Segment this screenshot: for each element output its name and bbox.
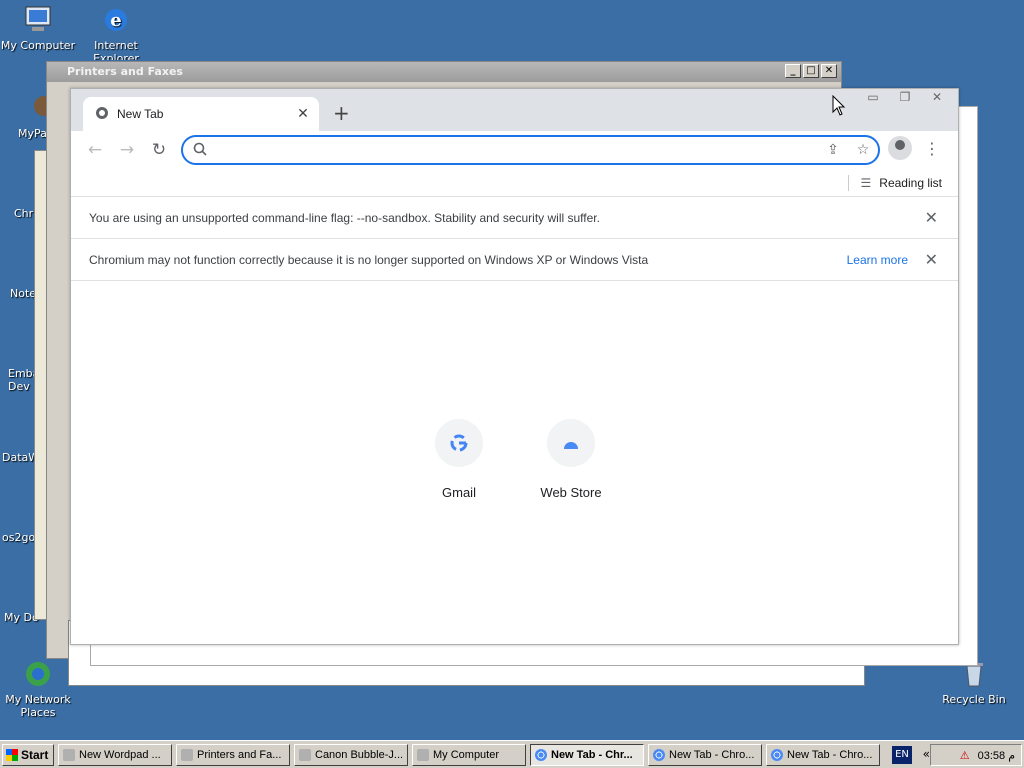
shortcut-web-store[interactable]: Web Store [515, 419, 627, 500]
omnibox-input[interactable] [215, 142, 818, 158]
computer-icon [22, 4, 54, 36]
profile-avatar-icon[interactable] [888, 136, 912, 160]
reading-list-button[interactable]: ☰ Reading list [847, 175, 942, 191]
infobar-unsupported-os: Chromium may not function correctly beca… [71, 239, 958, 281]
taskbar-button[interactable]: New Tab - Chro... [766, 743, 880, 766]
internet-explorer-icon: e [100, 4, 132, 36]
language-indicator[interactable]: EN [892, 746, 912, 764]
desktop-icon-my-network-places[interactable]: My Network Places [0, 658, 78, 719]
bookmark-star-icon[interactable]: ☆ [848, 142, 878, 158]
network-icon [22, 658, 54, 690]
bookmarks-bar: ☰ Reading list [71, 169, 958, 197]
shortcut-gmail[interactable]: Gmail [403, 419, 515, 500]
infobar-no-sandbox: You are using an unsupported command-lin… [71, 197, 958, 239]
infobar-text: You are using an unsupported command-lin… [89, 210, 600, 225]
mouse-cursor-icon [832, 94, 846, 120]
taskbar-button[interactable]: Printers and Fa... [176, 743, 290, 766]
desktop-icon-my-computer[interactable]: My Computer [0, 4, 78, 52]
desktop-icon-label: Internet Explorer [93, 39, 139, 60]
shortcut-label: Gmail [442, 485, 476, 500]
svg-text:e: e [110, 10, 121, 31]
tab-strip: New Tab ✕ + ▭ ❐ ✕ [71, 89, 958, 131]
desktop-icon-label: Emba Dev [8, 367, 40, 393]
new-tab-page: Gmail Web Store [71, 281, 958, 641]
desktop-icon-label: Recycle Bin [942, 693, 1006, 706]
printers-title: Printers and Faxes [67, 65, 183, 78]
omnibox[interactable]: ⇪ ☆ [181, 135, 880, 165]
system-tray: ⚠ 03:58 م [930, 744, 1022, 766]
reading-list-label: Reading list [879, 176, 942, 190]
tray-expand-icon[interactable]: « [923, 747, 930, 761]
start-button[interactable]: Start [2, 743, 54, 766]
taskbar-button-active[interactable]: New Tab - Chr... [530, 743, 644, 766]
restore-icon[interactable]: ❐ [890, 89, 920, 107]
clock: 03:58 م [977, 749, 1015, 762]
share-icon[interactable]: ⇪ [818, 142, 848, 158]
tab-close-icon[interactable]: ✕ [293, 106, 313, 122]
desktop-icon-internet-explorer[interactable]: e Internet Explorer [76, 4, 156, 60]
maximize-button[interactable]: □ [803, 64, 819, 78]
chromium-window[interactable]: New Tab ✕ + ▭ ❐ ✕ ← → ↻ ⇪ ☆ ⋮ ☰ Reading … [70, 88, 959, 645]
taskbar: Start New Wordpad ... Printers and Fa...… [0, 740, 1024, 768]
tab-title: New Tab [117, 107, 164, 121]
shortcut-label: Web Store [540, 485, 602, 500]
taskbar-button[interactable]: Canon Bubble-J... [294, 743, 408, 766]
close-window-icon[interactable]: ✕ [922, 89, 952, 107]
reading-list-icon: ☰ [860, 176, 872, 190]
close-button[interactable]: ✕ [821, 64, 837, 78]
menu-kebab-icon[interactable]: ⋮ [920, 139, 944, 158]
web-store-icon [547, 419, 595, 467]
taskbar-button[interactable]: My Computer [412, 743, 526, 766]
infobar-text: Chromium may not function correctly beca… [89, 252, 649, 267]
browser-toolbar: ← → ↻ ⇪ ☆ ⋮ [71, 131, 958, 169]
forward-arrow-icon[interactable]: → [111, 140, 143, 160]
taskbar-button[interactable]: New Wordpad ... [58, 743, 172, 766]
tray-alert-icon[interactable]: ⚠ [960, 749, 970, 762]
tab-new-tab[interactable]: New Tab ✕ [83, 97, 319, 131]
printers-titlebar[interactable]: Printers and Faxes _ □ ✕ [47, 62, 841, 82]
minimize-button[interactable]: _ [785, 64, 801, 78]
reload-icon[interactable]: ↻ [143, 140, 175, 160]
minimize-icon[interactable]: ▭ [858, 89, 888, 107]
google-g-icon [435, 419, 483, 467]
infobar-close-icon[interactable]: ✕ [925, 208, 938, 228]
search-icon [193, 142, 207, 159]
taskbar-button[interactable]: New Tab - Chro... [648, 743, 762, 766]
globe-icon [95, 106, 109, 123]
desktop-icon-label: My Network Places [5, 693, 71, 719]
separator [847, 175, 849, 191]
desktop-icon-label: My Computer [0, 39, 76, 52]
back-arrow-icon[interactable]: ← [79, 140, 111, 160]
infobar-close-icon[interactable]: ✕ [925, 250, 938, 270]
learn-more-link[interactable]: Learn more [847, 253, 908, 267]
new-tab-icon[interactable]: + [333, 101, 350, 125]
